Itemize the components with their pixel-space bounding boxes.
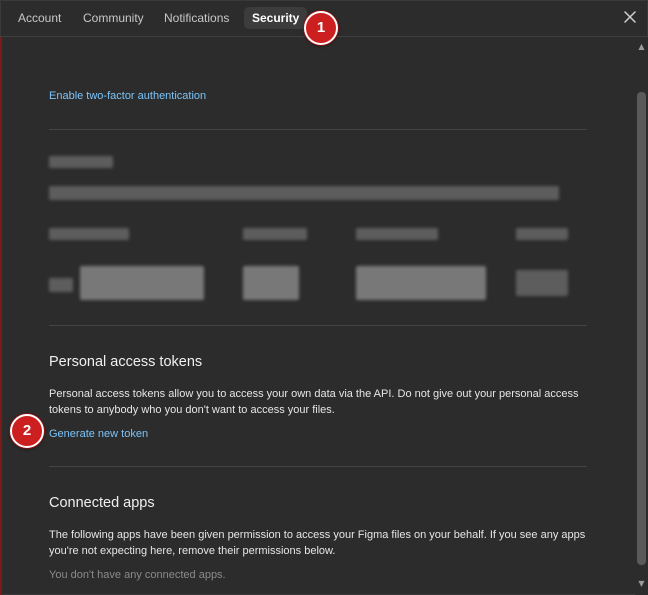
personal-access-tokens-heading: Personal access tokens — [49, 354, 203, 370]
scrollbar-thumb[interactable] — [637, 92, 646, 565]
tab-account[interactable]: Account — [10, 7, 69, 29]
generate-new-token-link[interactable]: Generate new token — [49, 428, 148, 440]
scroll-up-icon[interactable]: ▲ — [637, 43, 646, 51]
connected-apps-heading: Connected apps — [49, 495, 155, 511]
divider — [49, 129, 587, 130]
annotation-badge-2: 2 — [10, 414, 44, 448]
window-edge — [0, 37, 2, 595]
tab-notifications[interactable]: Notifications — [156, 7, 237, 29]
connected-apps-description: The following apps have been given permi… — [49, 529, 586, 557]
scrollbar[interactable]: ▲ ▼ — [635, 37, 648, 595]
close-icon — [624, 11, 636, 23]
tab-community[interactable]: Community — [75, 7, 152, 29]
close-button[interactable] — [622, 9, 638, 25]
divider — [49, 325, 587, 326]
enable-two-factor-link[interactable]: Enable two-factor authentication — [49, 90, 206, 102]
scroll-down-icon[interactable]: ▼ — [637, 580, 646, 588]
divider — [49, 466, 587, 467]
tab-security[interactable]: Security — [244, 7, 308, 29]
annotation-badge-1: 1 — [304, 11, 338, 45]
personal-access-tokens-description: Personal access tokens allow you to acce… — [49, 388, 579, 416]
no-connected-apps-message: You don't have any connected apps. — [49, 569, 226, 581]
